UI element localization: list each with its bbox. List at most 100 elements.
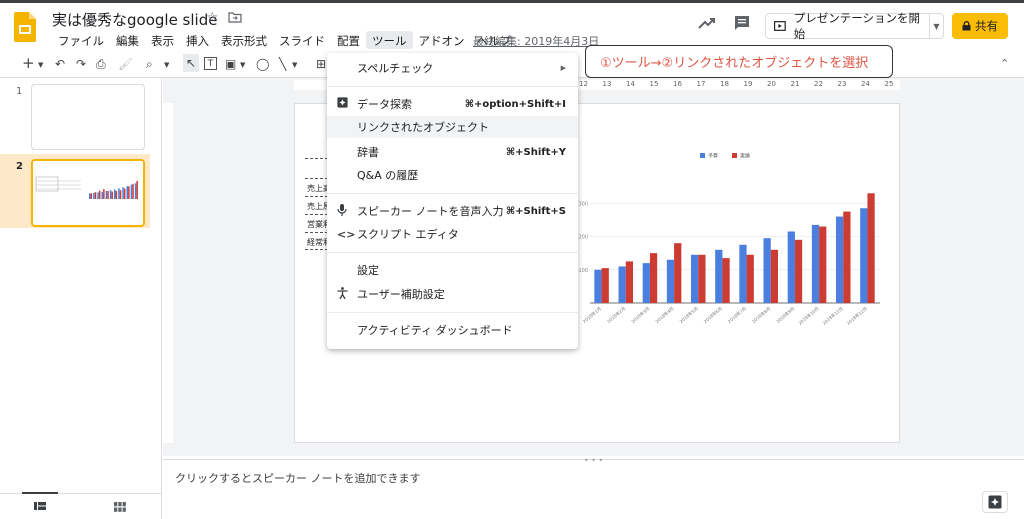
text-box-icon[interactable]: T	[204, 57, 217, 70]
slides-logo-icon[interactable]	[14, 12, 36, 42]
last-edit-link[interactable]: 最終編集: 2019年4月3日	[473, 33, 599, 49]
collapse-toolbar-icon[interactable]: ⌃	[1000, 57, 1009, 70]
select-icon[interactable]: ↖	[183, 54, 199, 72]
grid-view-icon[interactable]	[114, 502, 126, 512]
bar	[860, 208, 868, 303]
bar	[819, 226, 827, 303]
move-folder-icon[interactable]	[228, 11, 242, 23]
y-tick-label: 100	[578, 268, 588, 274]
menu-item-preferences[interactable]: 設定	[327, 259, 578, 281]
shape-icon[interactable]: ◯	[256, 57, 269, 71]
menu-item-dictionary[interactable]: 辞書 ⌘+Shift+Y	[327, 141, 578, 163]
bar	[843, 211, 851, 303]
bar	[666, 259, 675, 303]
slide-thumbnail-2[interactable]	[31, 159, 145, 227]
speaker-notes-placeholder[interactable]: クリックするとスピーカー ノートを追加できます	[175, 470, 421, 486]
share-button[interactable]: 共有	[952, 13, 1008, 39]
thumbnail-bar	[132, 183, 134, 199]
thumbnail-bar	[119, 190, 122, 199]
menu-file[interactable]: ファイル	[52, 31, 110, 49]
star-icon[interactable]: ☆	[206, 10, 219, 26]
menu-slide[interactable]: スライド	[273, 31, 331, 49]
comment-icon[interactable]	[734, 15, 750, 31]
menu-item-accessibility[interactable]: ユーザー補助設定	[327, 283, 578, 305]
bar	[722, 258, 730, 303]
x-tick-label: 2018年8月	[750, 305, 772, 325]
line-dropdown-icon[interactable]: ▼	[292, 61, 297, 69]
ruler-tick-label: 13	[602, 80, 612, 88]
present-label: プレゼンテーションを開始	[793, 11, 921, 41]
paint-format-icon[interactable]: 🖌	[118, 57, 133, 71]
y-tick-label: 300	[578, 201, 588, 207]
bar	[594, 269, 602, 303]
menu-format[interactable]: 表示形式	[215, 31, 273, 49]
undo-icon[interactable]: ↶	[55, 57, 65, 71]
ruler-tick-label: 16	[673, 80, 682, 88]
thumbnail-bar	[94, 192, 97, 199]
thumbnail-bar	[98, 190, 101, 199]
x-tick-label: 2018年6月	[702, 305, 724, 325]
thumbnail-bar	[105, 191, 108, 199]
x-tick-label: 2018年9月	[775, 305, 797, 325]
menu-item-qa-history[interactable]: Q&A の履歴	[327, 164, 578, 186]
menu-edit[interactable]: 編集	[110, 31, 145, 49]
legend-swatch	[732, 153, 737, 158]
menu-tools[interactable]: ツール	[366, 31, 413, 49]
present-icon	[774, 21, 786, 31]
insert-comment-icon[interactable]: ⊞	[316, 57, 326, 71]
thumbnail-bar	[128, 186, 130, 199]
menu-arrange[interactable]: 配置	[331, 31, 366, 49]
slide-number: 1	[16, 86, 23, 97]
ruler-tick-label: 21	[790, 80, 800, 88]
vertical-ruler	[163, 103, 173, 443]
menu-divider	[327, 193, 578, 194]
thumbnail-bar	[89, 193, 91, 199]
notes-resize-handle[interactable]: • • •	[584, 456, 603, 465]
zoom-dropdown-icon[interactable]: ▼	[164, 61, 169, 69]
x-tick-label: 2018年12月	[845, 305, 869, 326]
x-tick-label: 2018年5月	[678, 305, 700, 325]
slide-number: 2	[16, 161, 23, 172]
linked-bar-chart[interactable]: 100 200 300 予算 実績 2018年1月 2018年2月 2018年3月 2018年4…	[560, 150, 890, 370]
menu-item-linked-objects[interactable]: リンクされたオブジェクト	[327, 116, 578, 138]
document-title[interactable]: 実は優秀なgoogle slide	[52, 9, 217, 30]
bar	[698, 254, 706, 303]
bar	[763, 238, 771, 303]
menu-item-script-editor[interactable]: <> スクリプト エディタ	[327, 223, 578, 245]
bar	[746, 254, 754, 303]
image-icon[interactable]: ▣	[225, 57, 236, 71]
menu-item-activity-dashboard[interactable]: アクティビティ ダッシュボード	[327, 319, 578, 341]
x-tick-label: 2018年10月	[797, 305, 821, 326]
ruler-tick-label: 20	[767, 80, 776, 88]
submenu-arrow-icon: ▶	[560, 64, 566, 72]
menu-insert[interactable]: 挿入	[180, 31, 215, 49]
menu-item-spellcheck[interactable]: スペルチェック ▶	[327, 57, 578, 79]
new-slide-icon[interactable]: +	[22, 54, 35, 72]
activity-trend-icon[interactable]	[697, 15, 717, 31]
speaker-notes-panel[interactable]	[163, 459, 1024, 519]
present-main-button[interactable]: プレゼンテーションを開始	[766, 11, 930, 41]
thumbnail-preview	[35, 176, 138, 199]
ruler-tick-label: 15	[649, 80, 659, 88]
menu-addons[interactable]: アドオン	[413, 31, 471, 49]
zoom-icon[interactable]: ⌕	[146, 57, 153, 72]
image-dropdown-icon[interactable]: ▼	[240, 61, 245, 69]
present-options-icon[interactable]: ▼	[930, 22, 943, 31]
x-tick-label: 2018年4月	[654, 305, 676, 325]
print-icon[interactable]: ⎙	[96, 57, 106, 72]
thumbnail-bar	[136, 180, 138, 199]
ruler-tick-label: 25	[884, 80, 894, 88]
redo-icon[interactable]: ↷	[76, 57, 86, 71]
menu-item-voice-type-notes[interactable]: スピーカー ノートを音声入力 ⌘+Shift+S	[327, 200, 578, 222]
menu-item-explore[interactable]: データ探索 ⌘+option+Shift+I	[327, 93, 578, 115]
slide-thumbnail-1[interactable]	[31, 84, 145, 150]
menu-view[interactable]: 表示	[145, 31, 180, 49]
explore-button[interactable]	[982, 491, 1008, 513]
new-slide-layout-icon[interactable]: ▼	[38, 61, 43, 69]
bar	[715, 249, 723, 303]
bar	[770, 249, 779, 303]
present-button[interactable]: プレゼンテーションを開始 ▼	[765, 11, 944, 41]
line-icon[interactable]: ╲	[279, 57, 286, 71]
filmstrip-view-icon[interactable]	[34, 502, 46, 510]
thumbnail-bar	[126, 186, 128, 199]
